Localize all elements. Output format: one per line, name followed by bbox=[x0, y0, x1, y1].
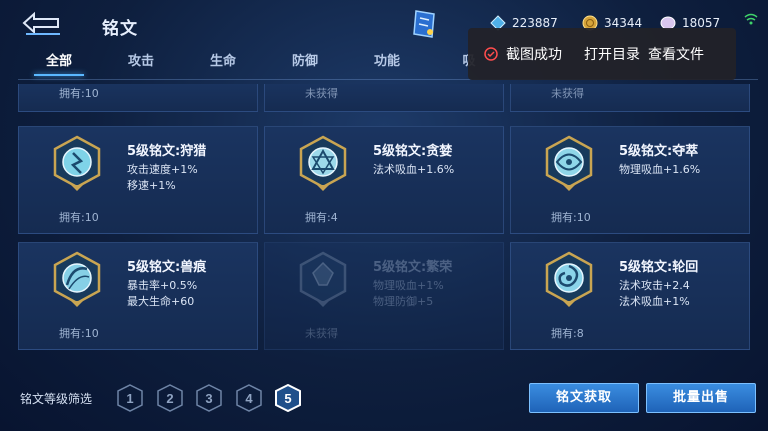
rune-card-hunting[interactable]: 5级铭文:狩猎 攻击速度+1% 移速+1% 拥有:10 bbox=[18, 126, 258, 234]
tab-all[interactable]: 全部 bbox=[18, 52, 100, 80]
rune-card-prosperity[interactable]: 5级铭文:繁荣 物理吸血+1% 物理防御+5 未获得 bbox=[264, 242, 504, 350]
ticket-icon[interactable] bbox=[412, 8, 438, 40]
tab-function[interactable]: 功能 bbox=[346, 52, 428, 80]
category-tabs: 全部 攻击 生命 防御 功能 吸 bbox=[18, 52, 510, 80]
level-filter-label: 铭文等级筛选 bbox=[20, 392, 93, 406]
rune-name: 5级铭文:夺萃 bbox=[619, 144, 699, 159]
check-circle-icon bbox=[484, 47, 498, 61]
view-file-link[interactable]: 查看文件 bbox=[648, 44, 704, 64]
not-obtained-label: 未获得 bbox=[305, 327, 338, 340]
toast-message: 截图成功 bbox=[506, 47, 562, 63]
rune-hunting-icon bbox=[53, 135, 101, 191]
level-filter-3[interactable]: 3 bbox=[196, 384, 222, 412]
wifi-icon bbox=[744, 13, 758, 25]
rune-name: 5级铭文:贪婪 bbox=[373, 144, 453, 159]
rune-name: 5级铭文:繁荣 bbox=[373, 260, 453, 275]
owned-count: 拥有:10 bbox=[59, 211, 99, 224]
rune-grid: 拥有:10 未获得 未获得 5级铭文:狩猎 攻击速度+1% 移速+1% 拥有:1… bbox=[18, 84, 758, 356]
rune-name: 5级铭文:狩猎 bbox=[127, 144, 207, 159]
screenshot-toast: 截图成功 打开目录 查看文件 bbox=[468, 28, 736, 80]
rune-stat: 法术吸血+1.6% bbox=[373, 163, 455, 176]
level-number: 1 bbox=[126, 391, 133, 406]
rune-stat: 最大生命+60 bbox=[127, 295, 195, 308]
rune-reincarnation-icon bbox=[545, 251, 593, 307]
bulk-sell-button[interactable]: 批量出售 bbox=[646, 383, 756, 413]
rune-name: 5级铭文:轮回 bbox=[619, 260, 699, 275]
rune-beast-mark-icon bbox=[53, 251, 101, 307]
tab-defense[interactable]: 防御 bbox=[264, 52, 346, 80]
tab-health[interactable]: 生命 bbox=[182, 52, 264, 80]
rune-name: 5级铭文:兽痕 bbox=[127, 260, 207, 275]
rune-stat: 物理防御+5 bbox=[373, 295, 434, 308]
level-number: 5 bbox=[284, 391, 291, 406]
rune-stat: 移速+1% bbox=[127, 179, 176, 192]
rune-plunder-icon bbox=[545, 135, 593, 191]
back-arrow-icon[interactable] bbox=[20, 10, 66, 36]
level-filter-4[interactable]: 4 bbox=[236, 384, 262, 412]
open-directory-link[interactable]: 打开目录 bbox=[584, 44, 640, 64]
page-title: 铭文 bbox=[102, 19, 138, 39]
tab-attack[interactable]: 攻击 bbox=[100, 52, 182, 80]
rune-card-beast-mark[interactable]: 5级铭文:兽痕 暴击率+0.5% 最大生命+60 拥有:10 bbox=[18, 242, 258, 350]
rune-card-partial-3[interactable]: 未获得 bbox=[510, 84, 750, 112]
obtain-rune-button[interactable]: 铭文获取 bbox=[529, 383, 639, 413]
owned-count: 拥有:10 bbox=[59, 87, 99, 100]
rune-stat: 法术攻击+2.4 bbox=[619, 279, 690, 292]
owned-count: 拥有:10 bbox=[59, 327, 99, 340]
owned-count: 拥有:8 bbox=[551, 327, 584, 340]
rune-stat: 暴击率+0.5% bbox=[127, 279, 198, 292]
rune-card-partial-1[interactable]: 拥有:10 bbox=[18, 84, 258, 112]
level-filter-2[interactable]: 2 bbox=[157, 384, 183, 412]
level-number: 4 bbox=[245, 391, 253, 406]
rune-card-plunder[interactable]: 5级铭文:夺萃 物理吸血+1.6% 拥有:10 bbox=[510, 126, 750, 234]
rune-card-greed[interactable]: 5级铭文:贪婪 法术吸血+1.6% 拥有:4 bbox=[264, 126, 504, 234]
owned-count: 拥有:4 bbox=[305, 211, 338, 224]
rune-stat: 法术吸血+1% bbox=[619, 295, 690, 308]
rune-card-partial-2[interactable]: 未获得 bbox=[264, 84, 504, 112]
level-number: 3 bbox=[205, 391, 212, 406]
level-filter-5[interactable]: 5 bbox=[275, 384, 301, 412]
rune-prosperity-icon bbox=[299, 251, 347, 307]
level-number: 2 bbox=[166, 391, 173, 406]
level-filter-1[interactable]: 1 bbox=[117, 384, 143, 412]
rune-stat: 物理吸血+1% bbox=[373, 279, 444, 292]
rune-stat: 攻击速度+1% bbox=[127, 163, 198, 176]
not-obtained-label: 未获得 bbox=[305, 87, 338, 100]
rune-greed-icon bbox=[299, 135, 347, 191]
not-obtained-label: 未获得 bbox=[551, 87, 584, 100]
rune-card-reincarnation[interactable]: 5级铭文:轮回 法术攻击+2.4 法术吸血+1% 拥有:8 bbox=[510, 242, 750, 350]
rune-stat: 物理吸血+1.6% bbox=[619, 163, 701, 176]
owned-count: 拥有:10 bbox=[551, 211, 591, 224]
